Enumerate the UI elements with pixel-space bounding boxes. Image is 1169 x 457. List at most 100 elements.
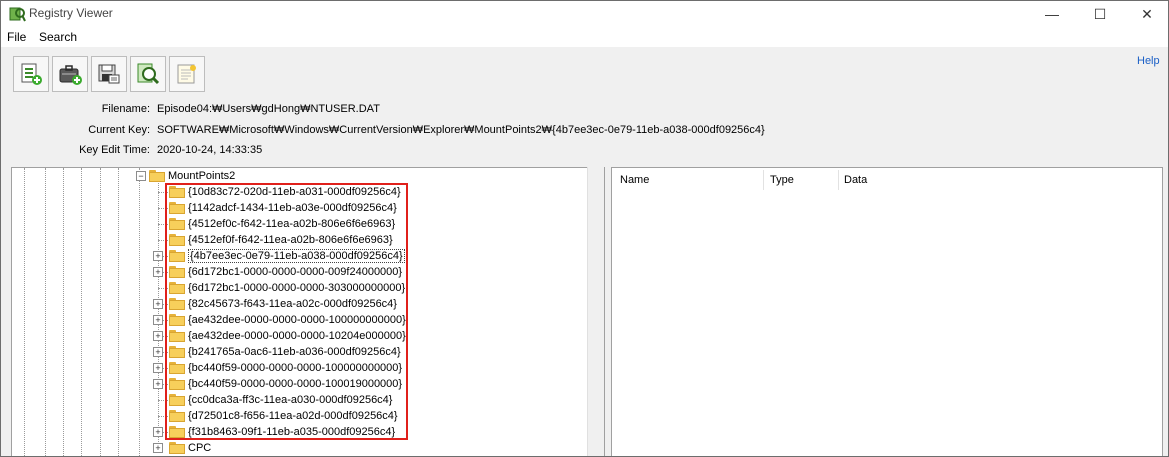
tree-node-guid[interactable]: + {b241765a-0ac6-11eb-a036-000df09256c4} [153, 344, 401, 360]
title-bar[interactable]: Registry Viewer — ☐ ✕ [1, 1, 1168, 27]
expand-icon[interactable]: + [153, 251, 163, 261]
tree-guide-line [158, 400, 168, 401]
new-hive-button[interactable] [13, 56, 49, 92]
folder-icon [169, 346, 185, 358]
registry-tree-panel[interactable]: − MountPoints2 {10d83c72-020d-11eb-a031-… [11, 167, 605, 456]
edit-time-value: 2020-10-24, 14:33:35 [157, 144, 263, 156]
tree-node-guid[interactable]: {6d172bc1-0000-0000-0000-303000000000} [169, 280, 405, 296]
folder-icon [169, 298, 185, 310]
expand-icon[interactable]: + [153, 299, 163, 309]
folder-icon [169, 330, 185, 342]
tree-node-guid[interactable]: {10d83c72-020d-11eb-a031-000df09256c4} [169, 184, 401, 200]
column-header-type[interactable]: Type [770, 174, 794, 186]
expand-icon[interactable]: + [153, 379, 163, 389]
tree-guide-line [158, 224, 168, 225]
notes-button[interactable] [169, 56, 205, 92]
registry-viewer-window: Registry Viewer — ☐ ✕ File Search Help F… [0, 0, 1169, 457]
values-list-panel[interactable]: Name Type Data [611, 167, 1163, 456]
folder-icon [169, 442, 185, 454]
expand-icon[interactable]: + [153, 427, 163, 437]
folder-icon [169, 202, 185, 214]
tree-vertical-scrollbar[interactable] [587, 167, 604, 456]
tree-node-guid[interactable]: {4512ef0f-f642-11ea-a02b-806e6f6e6963} [169, 232, 393, 248]
tree-node-guid[interactable]: + {ae432dee-0000-0000-0000-100000000000} [153, 312, 406, 328]
column-separator[interactable] [763, 170, 764, 190]
expand-icon[interactable]: + [153, 331, 163, 341]
folder-icon [169, 266, 185, 278]
maximize-icon: ☐ [1093, 5, 1107, 22]
help-link[interactable]: Help [1137, 55, 1160, 67]
collapse-icon[interactable]: − [136, 171, 146, 181]
tree-guide-line [63, 168, 64, 456]
window-title: Registry Viewer [29, 6, 113, 20]
menu-file[interactable]: File [7, 30, 26, 44]
tree-node-guid[interactable]: + {6d172bc1-0000-0000-0000-009f24000000} [153, 264, 403, 280]
expand-icon[interactable]: + [153, 347, 163, 357]
minimize-icon: — [1045, 6, 1059, 22]
tree-node-guid[interactable]: + {f31b8463-09f1-11eb-a035-000df09256c4} [153, 424, 395, 440]
menu-bar: File Search [1, 27, 1168, 47]
tree-guide-line [158, 192, 168, 193]
menu-search[interactable]: Search [39, 30, 77, 44]
filename-value: Episode04:₩Users₩gdHong₩NTUSER.DAT [157, 103, 380, 115]
folder-icon [169, 282, 185, 294]
tree-node-cpc[interactable]: + CPC [153, 440, 211, 456]
tree-guide-line [139, 168, 140, 456]
save-report-button[interactable] [91, 56, 127, 92]
search-key-icon [137, 63, 160, 85]
tree-node-guid[interactable]: {1142adcf-1434-11eb-a03e-000df09256c4} [169, 200, 397, 216]
tree-node-label: {4b7ee3ec-0e79-11eb-a038-000df09256c4} [188, 249, 405, 263]
edit-time-label: Key Edit Time: [79, 144, 150, 156]
tree-node-guid[interactable]: + {bc440f59-0000-0000-0000-100000000000} [153, 360, 403, 376]
tree-node-label: {6d172bc1-0000-0000-0000-009f24000000} [188, 266, 403, 278]
folder-icon [169, 218, 185, 230]
open-case-button[interactable] [52, 56, 88, 92]
folder-icon [169, 410, 185, 422]
tree-node-mountpoints2[interactable]: − MountPoints2 [136, 168, 236, 184]
tree-node-guid[interactable]: {cc0dca3a-ff3c-11ea-a030-000df09256c4} [169, 392, 392, 408]
minimize-button[interactable]: — [1029, 1, 1075, 27]
expand-icon[interactable]: + [153, 363, 163, 373]
expand-icon[interactable]: + [153, 315, 163, 325]
folder-icon [169, 186, 185, 198]
filename-label: Filename: [101, 103, 150, 115]
tree-node-guid[interactable]: + {bc440f59-0000-0000-0000-100019000000} [153, 376, 403, 392]
expand-icon[interactable]: + [153, 267, 163, 277]
current-key-label: Current Key: [88, 124, 150, 136]
close-button[interactable]: ✕ [1124, 1, 1168, 27]
close-icon: ✕ [1141, 5, 1153, 22]
tree-node-label: {bc440f59-0000-0000-0000-100000000000} [188, 362, 403, 374]
maximize-button[interactable]: ☐ [1077, 1, 1123, 27]
tree-node-label: {ae432dee-0000-0000-0000-10204e000000} [188, 330, 406, 342]
tree-node-guid[interactable]: + {82c45673-f643-11ea-a02c-000df09256c4} [153, 296, 397, 312]
tree-guide-line [45, 168, 46, 456]
tree-guide-line [24, 168, 25, 456]
tree-node-guid[interactable]: {4512ef0c-f642-11ea-a02b-806e6f6e6963} [169, 216, 395, 232]
tree-node-label: {d72501c8-f656-11ea-a02d-000df09256c4} [188, 410, 398, 422]
tree-node-guid[interactable]: + {ae432dee-0000-0000-0000-10204e000000} [153, 328, 406, 344]
folder-icon [169, 426, 185, 438]
tree-node-label: {10d83c72-020d-11eb-a031-000df09256c4} [188, 186, 401, 198]
tree-node-label: {1142adcf-1434-11eb-a03e-000df09256c4} [188, 202, 397, 214]
folder-icon [169, 234, 185, 246]
tree-node-label: MountPoints2 [168, 170, 236, 182]
registry-viewer-app-icon [9, 7, 26, 22]
expand-icon[interactable]: + [153, 443, 163, 453]
tree-guide-line [158, 416, 168, 417]
tree-node-guid[interactable]: + {4b7ee3ec-0e79-11eb-a038-000df09256c4} [153, 248, 405, 264]
tree-node-label: {82c45673-f643-11ea-a02c-000df09256c4} [188, 298, 397, 310]
tree-guide-line [100, 168, 101, 456]
open-case-icon [59, 65, 82, 85]
tree-guide-line [118, 168, 119, 456]
column-header-data[interactable]: Data [844, 174, 867, 186]
search-key-button[interactable] [130, 56, 166, 92]
tree-node-label: {bc440f59-0000-0000-0000-100019000000} [188, 378, 403, 390]
folder-icon [169, 314, 185, 326]
tree-guide-line [81, 168, 82, 456]
folder-icon [169, 394, 185, 406]
column-separator[interactable] [838, 170, 839, 190]
column-header-name[interactable]: Name [620, 174, 649, 186]
folder-icon [169, 250, 185, 262]
tree-node-guid[interactable]: {d72501c8-f656-11ea-a02d-000df09256c4} [169, 408, 398, 424]
current-key-value: SOFTWARE₩Microsoft₩Windows₩CurrentVersio… [157, 124, 765, 136]
